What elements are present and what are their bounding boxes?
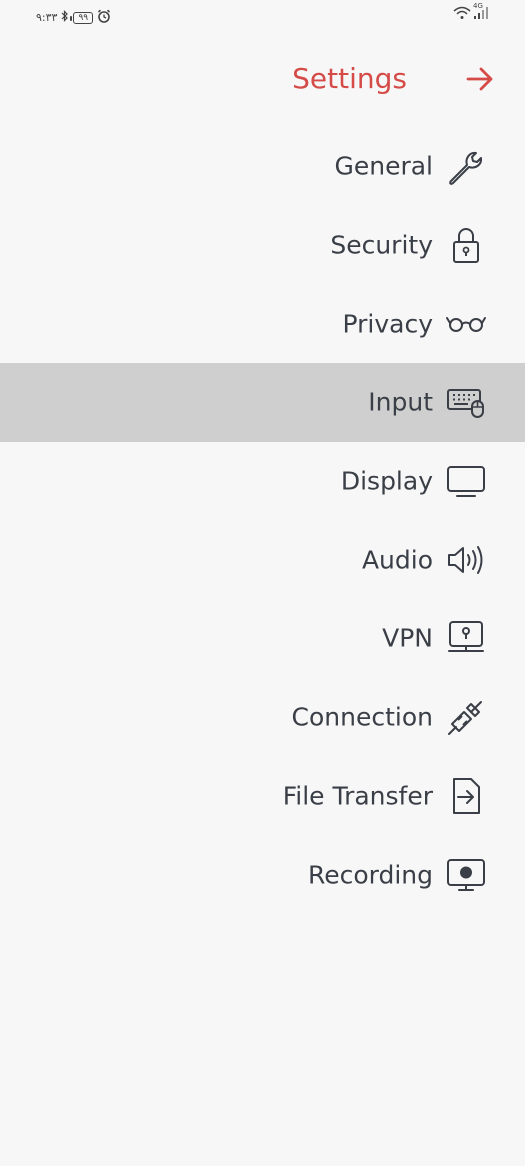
screen-record-icon — [445, 854, 487, 896]
menu-item-label: File Transfer — [282, 781, 433, 811]
arrow-right-icon[interactable] — [465, 64, 495, 94]
status-bar-right: 4G — [453, 2, 489, 23]
menu-item-security[interactable]: Security — [0, 206, 525, 285]
file-arrow-icon — [445, 775, 487, 817]
wifi-icon — [453, 6, 471, 23]
menu-item-label: Audio — [361, 545, 433, 575]
menu-item-general[interactable]: General — [0, 127, 525, 206]
menu-item-label: General — [334, 151, 433, 181]
status-time: ۹:۳۳ — [36, 11, 58, 24]
settings-menu: General Security Privacy Input Display A… — [0, 127, 525, 914]
menu-item-file-transfer[interactable]: File Transfer — [0, 757, 525, 836]
speaker-icon — [445, 539, 487, 581]
menu-item-privacy[interactable]: Privacy — [0, 284, 525, 363]
monitor-icon — [445, 460, 487, 502]
glasses-icon — [445, 303, 487, 345]
menu-item-connection[interactable]: Connection — [0, 678, 525, 757]
battery-indicator: ۹۹ — [70, 11, 94, 24]
status-bar: ۹:۳۳ ۹۹ 4G — [0, 0, 525, 34]
menu-item-vpn[interactable]: VPN — [0, 599, 525, 678]
lock-icon — [445, 224, 487, 266]
page-title: Settings — [292, 62, 407, 95]
menu-item-label: Privacy — [342, 309, 433, 339]
menu-item-label: Input — [368, 387, 433, 417]
status-bar-left: ۹:۳۳ ۹۹ — [36, 9, 111, 26]
menu-item-input[interactable]: Input — [0, 363, 525, 442]
bluetooth-icon — [61, 10, 69, 25]
menu-item-label: VPN — [382, 623, 433, 653]
alarm-icon — [97, 9, 111, 26]
signal-icon: 4G — [473, 2, 489, 23]
header: Settings — [0, 46, 525, 116]
monitor-lock-icon — [445, 617, 487, 659]
wrench-icon — [445, 145, 487, 187]
keyboard-mouse-icon — [445, 381, 487, 423]
menu-item-label: Security — [330, 230, 433, 260]
menu-item-display[interactable]: Display — [0, 442, 525, 521]
plug-disconnected-icon — [445, 696, 487, 738]
network-label: 4G — [473, 2, 483, 10]
menu-item-audio[interactable]: Audio — [0, 520, 525, 599]
menu-item-label: Recording — [307, 860, 433, 890]
menu-item-label: Display — [340, 466, 433, 496]
menu-item-recording[interactable]: Recording — [0, 835, 525, 914]
menu-item-label: Connection — [291, 702, 433, 732]
